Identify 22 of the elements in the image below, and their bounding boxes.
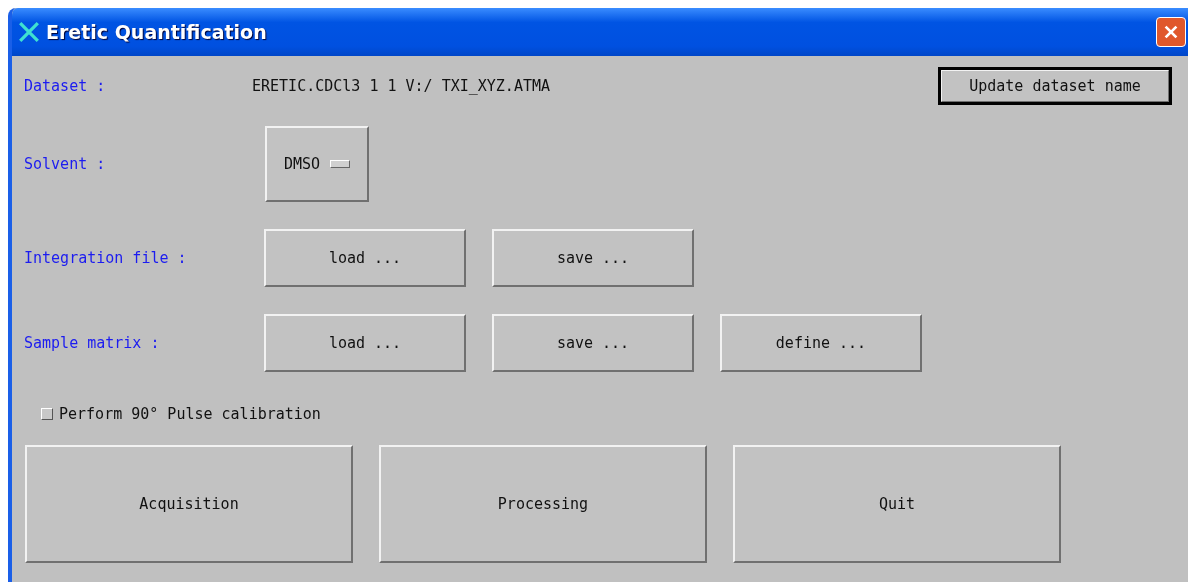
field-label: Integration file : <box>24 249 188 267</box>
file-button[interactable]: load ... <box>264 229 466 287</box>
file-button[interactable]: save ... <box>492 314 694 372</box>
file-button[interactable]: save ... <box>492 229 694 287</box>
close-button[interactable] <box>1156 17 1186 47</box>
option-menu-icon <box>330 160 351 168</box>
close-icon <box>1162 23 1180 41</box>
checkbox[interactable] <box>41 408 53 420</box>
x-logo-icon <box>18 21 40 43</box>
action-button[interactable]: Acquisition <box>25 445 353 563</box>
checkbox-label: Perform 90° Pulse calibration <box>59 405 321 423</box>
window-title: Eretic Quantification <box>46 21 267 43</box>
action-button[interactable]: Processing <box>379 445 707 563</box>
solvent-dropdown[interactable]: DMSO <box>265 126 369 202</box>
file-button[interactable]: load ... <box>264 314 466 372</box>
dataset-value: ERETIC.CDCl3 1 1 V:/ TXI_XYZ.ATMA <box>252 77 551 95</box>
file-button[interactable]: define ... <box>720 314 922 372</box>
field-label: Dataset : <box>24 77 107 95</box>
field-label: Solvent : <box>24 155 107 173</box>
field-label: Sample matrix : <box>24 334 161 352</box>
update-button[interactable]: Update dataset name <box>938 67 1172 105</box>
action-button[interactable]: Quit <box>733 445 1061 563</box>
